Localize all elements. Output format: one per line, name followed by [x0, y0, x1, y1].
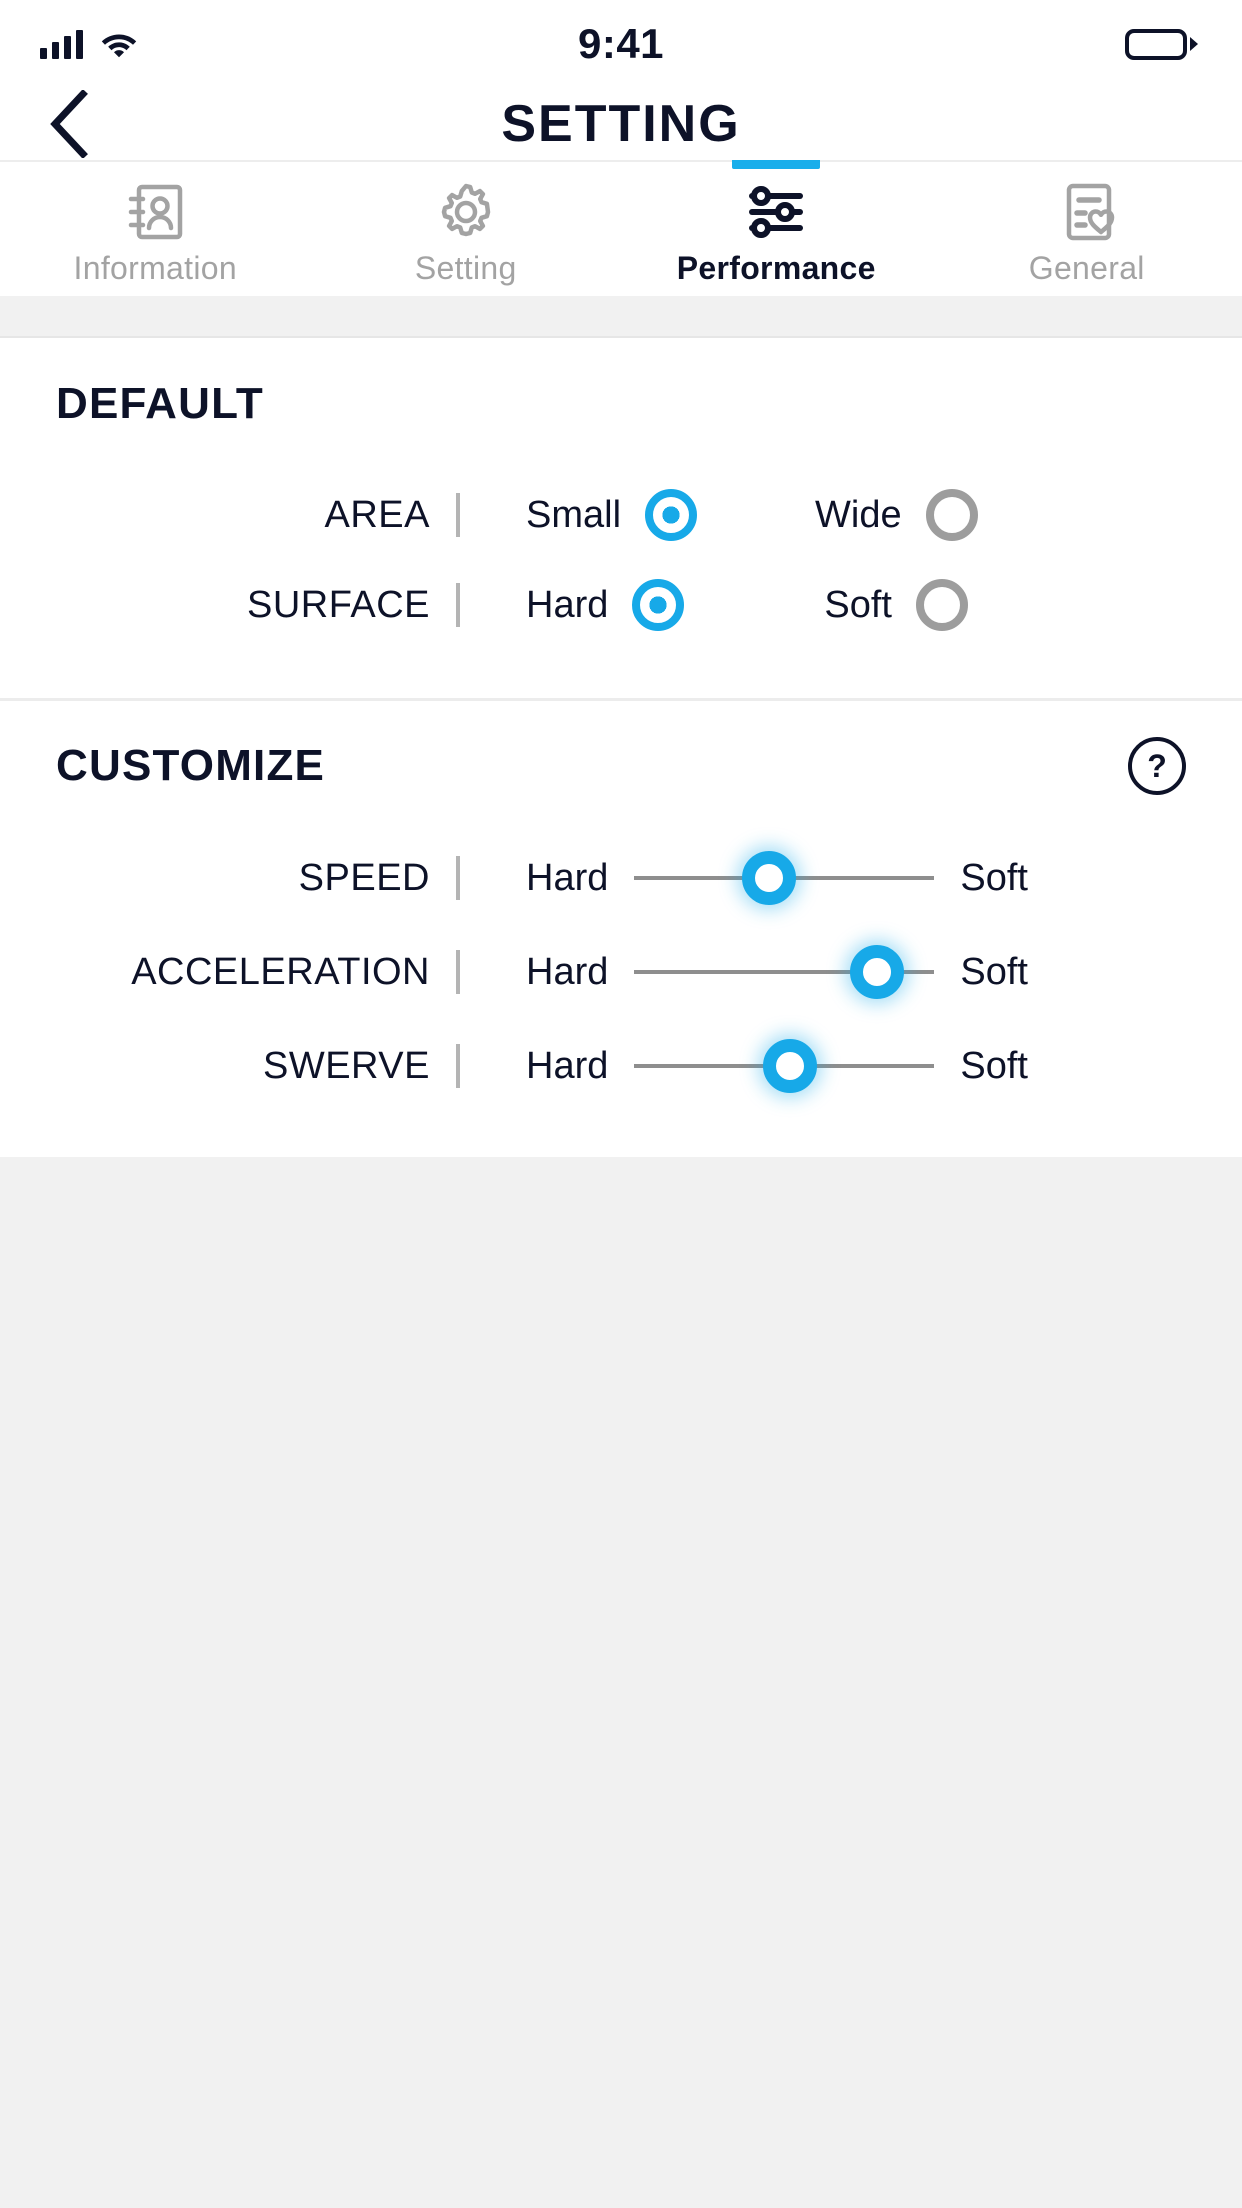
document-heart-icon [1055, 180, 1119, 244]
tab-label: General [1028, 250, 1145, 286]
section-default: DEFAULT AREA Small Wide SURFACE Hard Sof… [0, 338, 1242, 698]
row-label: SURFACE [247, 583, 430, 626]
slider-left-label: Hard [526, 856, 609, 899]
slider-track[interactable] [634, 851, 935, 905]
slider-track[interactable] [634, 1039, 935, 1093]
slider-thumb[interactable] [850, 945, 905, 999]
slider-track[interactable] [634, 945, 935, 999]
tab-setting[interactable]: Setting [311, 162, 622, 296]
slider-acceleration: Hard Soft [526, 945, 1028, 999]
row-label: SWERVE [262, 1044, 430, 1087]
slider-row-swerve: SWERVE Hard Soft [0, 1019, 1242, 1113]
radio-option-soft[interactable]: Soft [824, 579, 968, 631]
row-divider [456, 856, 460, 900]
contact-book-icon [123, 180, 187, 244]
section-title: CUSTOMIZE [56, 741, 326, 790]
page-background-fill [0, 1157, 1242, 2098]
gear-icon [434, 180, 498, 244]
section-header-default: DEFAULT [0, 338, 1242, 470]
radio-icon-selected [632, 579, 685, 631]
section-header-customize: CUSTOMIZE ? [0, 701, 1242, 831]
slider-right-label: Soft [960, 856, 1028, 899]
radio-label: Soft [824, 583, 892, 626]
tab-information[interactable]: Information [0, 162, 311, 296]
row-label: ACCELERATION [131, 950, 430, 993]
slider-right-label: Soft [960, 950, 1028, 993]
page-title: SETTING [501, 95, 741, 153]
status-bar: 9:41 [0, 0, 1242, 88]
section-customize: CUSTOMIZE ? SPEED Hard Soft ACCELERATION… [0, 701, 1242, 1157]
setting-row-surface: SURFACE Hard Soft [0, 560, 1242, 650]
tab-label: Information [73, 250, 237, 286]
row-divider [456, 1044, 460, 1088]
row-divider [456, 493, 460, 537]
slider-thumb[interactable] [763, 1039, 818, 1093]
row-label: AREA [324, 493, 430, 536]
tab-performance[interactable]: Performance [621, 160, 932, 296]
section-title: DEFAULT [56, 379, 265, 428]
section-spacer [0, 296, 1242, 338]
tab-bar: Information Setting Performance General [0, 160, 1242, 296]
slider-speed: Hard Soft [526, 851, 1028, 905]
chevron-left-icon [50, 90, 88, 158]
status-bar-clock: 9:41 [577, 20, 665, 67]
slider-row-acceleration: ACCELERATION Hard Soft [0, 925, 1242, 1019]
radio-icon-unselected [915, 579, 968, 631]
tab-label: Performance [676, 250, 876, 286]
radio-option-small[interactable]: Small [526, 489, 698, 541]
tab-label: Setting [414, 250, 517, 286]
radio-icon-selected [645, 489, 698, 541]
setting-row-area: AREA Small Wide [0, 470, 1242, 560]
help-label: ? [1147, 747, 1167, 784]
slider-swerve: Hard Soft [526, 1039, 1028, 1093]
row-label: SPEED [298, 856, 430, 899]
slider-right-label: Soft [960, 1044, 1028, 1087]
radio-group-area: Small Wide [526, 489, 978, 541]
radio-label: Hard [526, 583, 609, 626]
active-tab-indicator [732, 160, 821, 169]
row-divider [456, 950, 460, 994]
tab-general[interactable]: General [932, 162, 1242, 296]
slider-left-label: Hard [526, 1044, 609, 1087]
nav-bar: SETTING [0, 88, 1242, 160]
slider-thumb[interactable] [742, 851, 797, 905]
row-divider [456, 583, 460, 627]
radio-label: Wide [815, 493, 902, 536]
radio-option-hard[interactable]: Hard [526, 579, 685, 631]
radio-group-surface: Hard Soft [526, 579, 968, 631]
radio-label: Small [526, 493, 622, 536]
radio-icon-unselected [925, 489, 978, 541]
question-circle-icon[interactable]: ? [1128, 737, 1186, 795]
sliders-icon [744, 180, 808, 244]
radio-option-wide[interactable]: Wide [815, 489, 978, 541]
slider-left-label: Hard [526, 950, 609, 993]
settings-content: DEFAULT AREA Small Wide SURFACE Hard Sof… [0, 338, 1242, 1157]
slider-row-speed: SPEED Hard Soft [0, 831, 1242, 925]
app-screen: 9:41 SETTING Information Setting Perform… [0, 0, 1242, 2208]
back-button[interactable] [34, 89, 104, 159]
